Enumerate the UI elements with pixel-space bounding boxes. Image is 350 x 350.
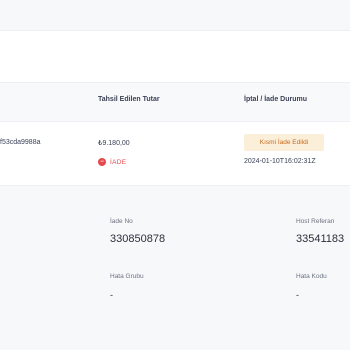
top-divider — [0, 30, 350, 31]
column-header-collected-amount: Tahsil Edilen Tutar — [98, 96, 160, 103]
error-group-label: Hata Grubu — [110, 273, 144, 280]
amount-cell: ₺9.180,00 — [98, 140, 130, 147]
timestamp-cell: 2024-01-10T16:02:31Z — [244, 158, 316, 165]
refund-no-value: 330850878 — [110, 233, 166, 245]
transaction-status: − İADE — [98, 158, 126, 166]
payment-detail-page: Tahsil Edilen Tutar İptal / İade Durumu … — [0, 0, 350, 350]
refund-status-badge: Kısmi İade Edildi — [244, 134, 324, 151]
top-band — [0, 0, 350, 30]
refund-no-label: İade No — [110, 218, 133, 225]
host-reference-label: Host Referan — [296, 218, 335, 225]
minus-circle-icon: − — [98, 158, 106, 166]
column-header-cancel-refund-status: İptal / İade Durumu — [244, 96, 308, 103]
transaction-details-panel: İade No 330850878 Host Referan 33541183 … — [0, 186, 350, 350]
status-label: İADE — [110, 158, 127, 166]
error-group-value: - — [110, 290, 113, 300]
error-code-label: Hata Kodu — [296, 273, 327, 280]
host-reference-value: 33541183 — [296, 233, 345, 245]
transaction-id-cell: f53cda9988a — [0, 139, 41, 146]
error-code-value: - — [296, 290, 299, 300]
